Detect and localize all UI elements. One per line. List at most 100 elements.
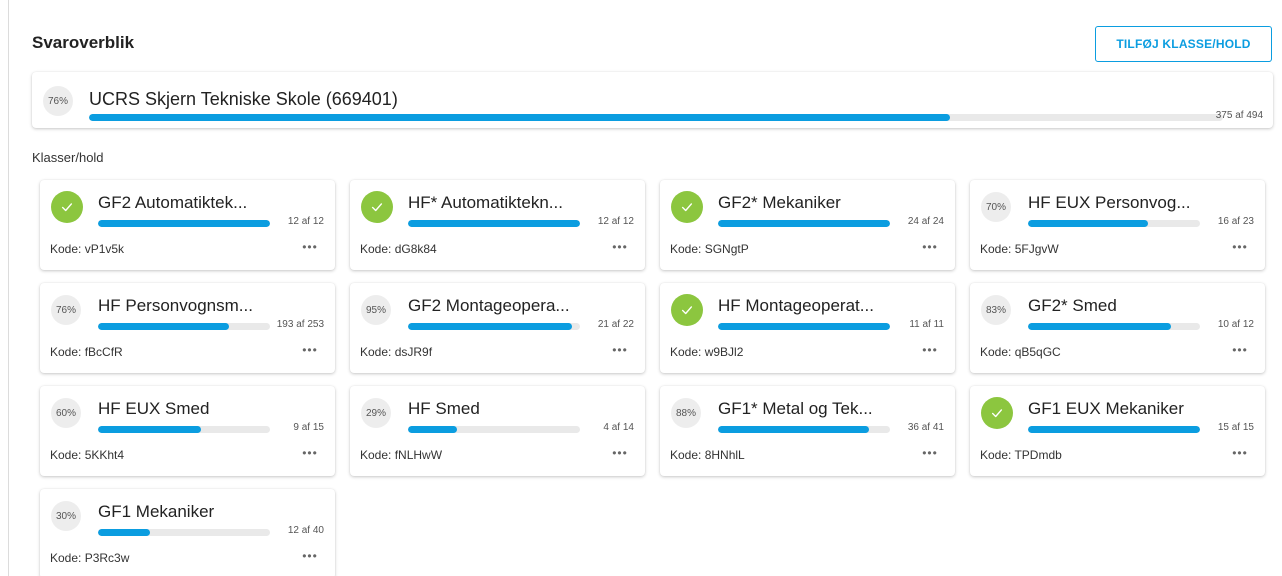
class-progress-fill: [98, 323, 230, 330]
class-percent-badge: 83%: [981, 295, 1011, 325]
class-progress-track: [408, 426, 580, 433]
class-progress-track: [1028, 220, 1200, 227]
more-options-button[interactable]: •••: [1229, 445, 1251, 461]
school-progress-fill: [89, 114, 950, 121]
check-icon: [671, 294, 703, 326]
class-response-count: 4 af 14: [603, 422, 634, 433]
class-card[interactable]: 83% GF2* Smed 10 af 12 Kode: qB5qGC •••: [970, 283, 1265, 373]
class-name: GF1* Metal og Tek...: [718, 399, 873, 418]
class-card[interactable]: 60% HF EUX Smed 9 af 15 Kode: 5KKht4 •••: [40, 386, 335, 476]
class-response-count: 12 af 12: [597, 216, 634, 227]
class-progress-fill: [1028, 426, 1200, 433]
class-response-count: 36 af 41: [907, 422, 944, 433]
class-progress-fill: [98, 529, 150, 536]
class-progress-fill: [1028, 220, 1148, 227]
class-response-count: 11 af 11: [909, 319, 944, 330]
more-options-button[interactable]: •••: [609, 342, 631, 358]
class-progress-track: [718, 220, 890, 227]
more-options-button[interactable]: •••: [919, 239, 941, 255]
class-name: HF* Automatiktekn...: [408, 193, 563, 212]
class-code: Kode: dG8k84: [360, 242, 437, 256]
check-icon: [671, 191, 703, 223]
class-progress-fill: [718, 220, 890, 227]
class-card[interactable]: GF1 EUX Mekaniker 15 af 15 Kode: TPDmdb …: [970, 386, 1265, 476]
class-percent-badge: 60%: [51, 398, 81, 428]
class-progress-fill: [98, 426, 202, 433]
school-progress-track: [89, 114, 1223, 121]
class-progress-fill: [408, 220, 580, 227]
more-options-button[interactable]: •••: [299, 548, 321, 564]
class-code: Kode: fBcCfR: [50, 345, 123, 359]
class-progress-track: [408, 220, 580, 227]
more-options-button[interactable]: •••: [609, 239, 631, 255]
class-name: HF Montageoperat...: [718, 296, 874, 315]
class-percent-badge: 29%: [361, 398, 391, 428]
class-card[interactable]: GF2 Automatiktek... 12 af 12 Kode: vP1v5…: [40, 180, 335, 270]
class-name: GF2 Automatiktek...: [98, 193, 248, 212]
class-name: GF2 Montageopera...: [408, 296, 570, 315]
class-response-count: 24 af 24: [907, 216, 944, 227]
class-code: Kode: dsJR9f: [360, 345, 433, 359]
class-percent-badge: 30%: [51, 501, 81, 531]
class-response-count: 12 af 40: [287, 525, 324, 536]
class-progress-fill: [408, 426, 458, 433]
add-class-button[interactable]: TILFØJ KLASSE/HOLD: [1095, 26, 1272, 62]
class-progress-track: [408, 323, 580, 330]
class-progress-fill: [718, 426, 870, 433]
school-percent-badge: 76%: [43, 86, 73, 116]
page-title: Svaroverblik: [32, 33, 135, 52]
more-options-button[interactable]: •••: [299, 342, 321, 358]
check-icon: [361, 191, 393, 223]
class-name: GF2* Mekaniker: [718, 193, 841, 212]
class-card[interactable]: 76% HF Personvognsm... 193 af 253 Kode: …: [40, 283, 335, 373]
class-progress-track: [718, 426, 890, 433]
more-options-button[interactable]: •••: [919, 445, 941, 461]
more-options-button[interactable]: •••: [299, 445, 321, 461]
class-response-count: 15 af 15: [1217, 422, 1254, 433]
class-code: Kode: w9BJl2: [670, 345, 744, 359]
class-response-count: 193 af 253: [276, 319, 324, 330]
class-code: Kode: vP1v5k: [50, 242, 125, 256]
class-progress-track: [1028, 323, 1200, 330]
class-progress-fill: [1028, 323, 1172, 330]
class-progress-track: [98, 323, 270, 330]
class-response-count: 9 af 15: [293, 422, 324, 433]
class-card[interactable]: HF* Automatiktekn... 12 af 12 Kode: dG8k…: [350, 180, 645, 270]
class-card[interactable]: 95% GF2 Montageopera... 21 af 22 Kode: d…: [350, 283, 645, 373]
class-code: Kode: qB5qGC: [980, 345, 1061, 359]
class-progress-track: [1028, 426, 1200, 433]
section-label: Klasser/hold: [32, 150, 104, 165]
more-options-button[interactable]: •••: [919, 342, 941, 358]
school-response-count: 375 af 494: [1215, 110, 1263, 121]
class-percent-badge: 76%: [51, 295, 81, 325]
class-response-count: 10 af 12: [1217, 319, 1254, 330]
class-name: GF2* Smed: [1028, 296, 1117, 315]
class-code: Kode: P3Rc3w: [50, 551, 130, 565]
check-icon: [51, 191, 83, 223]
more-options-button[interactable]: •••: [299, 239, 321, 255]
class-card[interactable]: 30% GF1 Mekaniker 12 af 40 Kode: P3Rc3w …: [40, 489, 335, 576]
class-card[interactable]: 88% GF1* Metal og Tek... 36 af 41 Kode: …: [660, 386, 955, 476]
class-progress-track: [98, 426, 270, 433]
class-name: HF EUX Smed: [98, 399, 210, 418]
class-response-count: 12 af 12: [287, 216, 324, 227]
check-icon: [981, 397, 1013, 429]
class-progress-fill: [98, 220, 270, 227]
class-progress-fill: [408, 323, 573, 330]
class-progress-track: [98, 220, 270, 227]
class-progress-track: [718, 323, 890, 330]
class-percent-badge: 95%: [361, 295, 391, 325]
more-options-button[interactable]: •••: [1229, 239, 1251, 255]
class-percent-badge: 70%: [981, 192, 1011, 222]
school-summary-card: 76% UCRS Skjern Tekniske Skole (669401) …: [32, 72, 1273, 128]
class-card[interactable]: HF Montageoperat... 11 af 11 Kode: w9BJl…: [660, 283, 955, 373]
more-options-button[interactable]: •••: [609, 445, 631, 461]
class-card[interactable]: GF2* Mekaniker 24 af 24 Kode: SGNgtP •••: [660, 180, 955, 270]
class-progress-fill: [718, 323, 890, 330]
class-name: HF Smed: [408, 399, 480, 418]
page-header: Svaroverblik TILFØJ KLASSE/HOLD: [32, 26, 1272, 62]
class-card[interactable]: 29% HF Smed 4 af 14 Kode: fNLHwW •••: [350, 386, 645, 476]
more-options-button[interactable]: •••: [1229, 342, 1251, 358]
class-code: Kode: SGNgtP: [670, 242, 749, 256]
class-card[interactable]: 70% HF EUX Personvog... 16 af 23 Kode: 5…: [970, 180, 1265, 270]
